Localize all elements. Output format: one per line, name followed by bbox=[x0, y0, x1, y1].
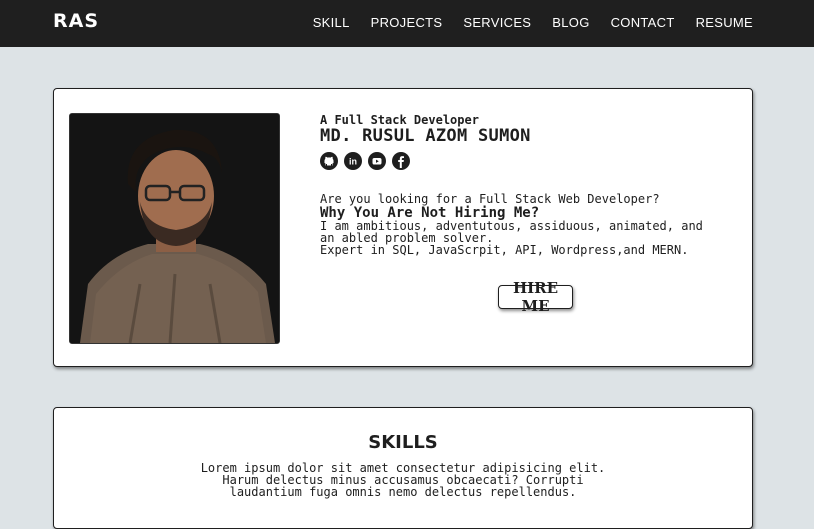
skills-title: SKILLS bbox=[368, 432, 438, 453]
logo[interactable]: RAS bbox=[53, 10, 99, 32]
profile-photo bbox=[69, 113, 280, 344]
nav-link-projects[interactable]: PROJECTS bbox=[371, 15, 443, 30]
nav-link-services[interactable]: SERVICES bbox=[463, 15, 531, 30]
nav-link-contact[interactable]: CONTACT bbox=[611, 15, 675, 30]
profile-photo-illustration bbox=[70, 114, 279, 343]
hero-card: A Full Stack Developer MD. RUSUL AZOM SU… bbox=[53, 88, 753, 367]
skills-card: SKILLS Lorem ipsum dolor sit amet consec… bbox=[53, 407, 753, 529]
social-links: in bbox=[320, 152, 730, 170]
nav-link-skill[interactable]: SKILL bbox=[313, 15, 350, 30]
hire-me-button[interactable]: HIRE ME bbox=[498, 279, 573, 315]
youtube-icon[interactable] bbox=[368, 152, 386, 170]
hero-text: A Full Stack Developer MD. RUSUL AZOM SU… bbox=[320, 113, 730, 256]
hero-name: MD. RUSUL AZOM SUMON bbox=[320, 126, 531, 146]
svg-text:in: in bbox=[349, 157, 357, 167]
navbar: RAS SKILL PROJECTS SERVICES BLOG CONTACT… bbox=[0, 0, 814, 47]
facebook-icon[interactable] bbox=[392, 152, 410, 170]
nav-link-blog[interactable]: BLOG bbox=[552, 15, 589, 30]
github-icon[interactable] bbox=[320, 152, 338, 170]
hero-why: Why You Are Not Hiring Me? bbox=[320, 205, 540, 221]
nav-link-resume[interactable]: RESUME bbox=[696, 15, 753, 30]
hero-subtitle: A Full Stack Developer bbox=[320, 113, 479, 127]
linkedin-icon[interactable]: in bbox=[344, 152, 362, 170]
hero-description: I am ambitious, adventutous, assiduous, … bbox=[320, 219, 703, 257]
nav-links: SKILL PROJECTS SERVICES BLOG CONTACT RES… bbox=[292, 15, 753, 30]
skills-text: Lorem ipsum dolor sit amet consectetur a… bbox=[200, 461, 606, 499]
